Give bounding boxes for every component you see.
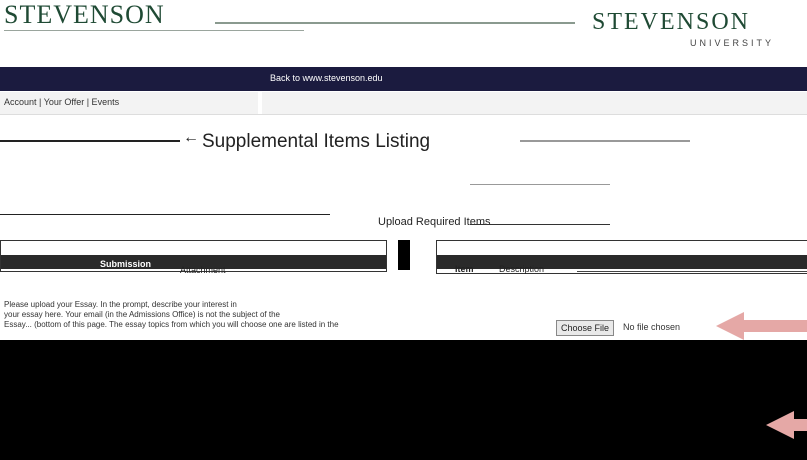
- stevenson-logo[interactable]: STEVENSON: [4, 2, 165, 28]
- breadcrumb: Account | Your Offer | Events: [0, 92, 807, 115]
- back-to-site-link[interactable]: Back to www.stevenson.edu: [270, 73, 383, 83]
- choose-file-button[interactable]: Choose File: [556, 320, 615, 336]
- university-tagline: UNIVERSITY: [690, 38, 775, 48]
- annotation-arrow-tail: [744, 320, 807, 332]
- annotation-arrow-tail: [794, 419, 807, 431]
- annotation-arrow-icon: [716, 312, 744, 340]
- essay-description: Please upload your Essay. In the prompt,…: [4, 300, 544, 330]
- items-table: Item Description: [436, 240, 807, 274]
- description-column-header: Description: [499, 264, 545, 274]
- annotation-arrow-icon: [766, 411, 794, 439]
- essay-description-line: your essay here. Your email (in the Admi…: [4, 310, 280, 319]
- stevenson-logo-right: STEVENSON: [592, 9, 751, 35]
- subtitle-rule: [470, 184, 610, 185]
- table-gap-bar: [398, 240, 410, 270]
- attachment-column-header: Attachment: [180, 265, 226, 275]
- breadcrumb-divider: [258, 92, 262, 114]
- submission-table: Submission Attachment: [0, 240, 397, 275]
- title-rule-left: [0, 140, 180, 142]
- top-navbar: Back to www.stevenson.edu: [0, 67, 807, 91]
- application-page: STEVENSON STEVENSON UNIVERSITY Back to w…: [0, 0, 807, 340]
- essay-description-line: Please upload your Essay. In the prompt,…: [4, 300, 237, 309]
- item-column-header: Item: [455, 264, 474, 274]
- file-status-text: No file chosen: [623, 322, 681, 332]
- back-arrow-icon[interactable]: ←: [183, 129, 199, 147]
- page-title: Supplemental Items Listing: [202, 131, 431, 152]
- items-table-header: [437, 255, 807, 269]
- header-rule: [215, 22, 575, 24]
- table-gap: [388, 240, 434, 272]
- submission-column-header: Submission: [100, 259, 152, 269]
- title-row: ← Supplemental Items Listing: [0, 128, 807, 160]
- essay-description-line: Essay... (bottom of this page. The essay…: [4, 320, 339, 329]
- logo-underline: [4, 30, 304, 31]
- breadcrumb-links[interactable]: Account | Your Offer | Events: [4, 97, 119, 107]
- section-rule: [470, 224, 610, 225]
- section-divider: [0, 214, 330, 215]
- items-header-rule: [577, 271, 807, 272]
- title-rule-right: [520, 140, 690, 142]
- section-label: Upload Required Items: [378, 216, 491, 228]
